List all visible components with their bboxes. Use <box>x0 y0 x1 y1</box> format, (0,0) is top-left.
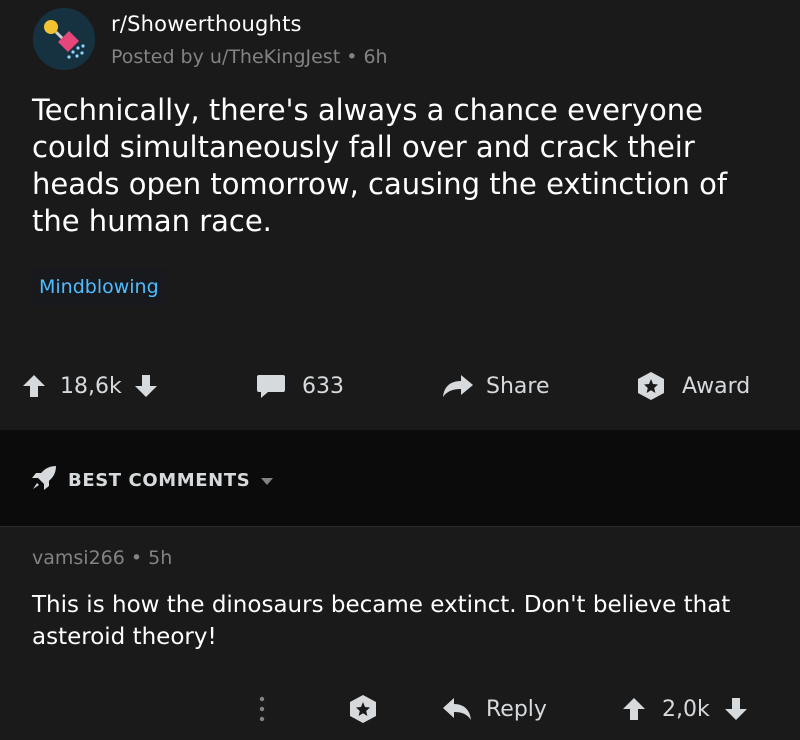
comment-vote-group: 2,0k <box>622 685 748 733</box>
subreddit-avatar[interactable] <box>33 8 95 70</box>
comment-bubble-icon <box>256 373 286 399</box>
upvote-icon[interactable] <box>22 373 46 399</box>
comment-vote-count: 2,0k <box>662 696 710 722</box>
comment-author[interactable]: vamsi266 <box>32 547 125 569</box>
post-vote-count: 18,6k <box>60 373 122 399</box>
reply-label: Reply <box>486 696 547 722</box>
share-button[interactable]: Share <box>442 362 550 410</box>
comment-card: vamsi266 • 5h This is how the dinosaurs … <box>0 526 800 740</box>
comment-actions-bar: Reply 2,0k <box>0 685 800 731</box>
reply-button[interactable]: Reply <box>442 685 547 733</box>
reply-arrow-icon <box>442 696 472 722</box>
post-meta: Posted by u/TheKingJest • 6h <box>111 46 388 68</box>
comment-body: This is how the dinosaurs became extinct… <box>32 592 731 650</box>
comments-count: 633 <box>302 373 344 399</box>
award-label: Award <box>682 373 751 399</box>
downvote-icon[interactable] <box>724 696 748 722</box>
vote-group: 18,6k <box>22 362 158 410</box>
meta-dot: • <box>346 46 364 68</box>
comment-meta: vamsi266 • 5h <box>32 547 172 569</box>
comment-age: 5h <box>148 547 173 569</box>
share-label: Share <box>486 373 550 399</box>
upvote-icon[interactable] <box>622 696 646 722</box>
share-arrow-icon <box>442 373 474 399</box>
meta-dot: • <box>130 547 149 569</box>
post-actions-bar: 18,6k 633 Share Award <box>0 362 800 410</box>
award-icon <box>348 694 378 724</box>
downvote-icon[interactable] <box>134 373 158 399</box>
award-icon <box>636 371 666 401</box>
comment-award-button[interactable] <box>348 685 378 733</box>
comment-sort-dropdown[interactable]: BEST COMMENTS <box>30 464 274 497</box>
award-button[interactable]: Award <box>636 362 750 410</box>
post-card: r/Showerthoughts Posted by u/TheKingJest… <box>0 0 800 430</box>
shower-head-icon <box>33 8 95 70</box>
chevron-down-icon <box>260 470 274 491</box>
post-author[interactable]: Posted by u/TheKingJest <box>111 46 340 68</box>
post-flair[interactable]: Mindblowing <box>31 268 167 306</box>
post-title[interactable]: Technically, there's always a chance eve… <box>32 92 777 240</box>
sort-label: BEST COMMENTS <box>68 470 251 491</box>
subreddit-name[interactable]: r/Showerthoughts <box>111 12 302 36</box>
more-vertical-icon <box>258 695 266 723</box>
comments-button[interactable]: 633 <box>256 362 344 410</box>
more-options-button[interactable] <box>258 685 266 733</box>
post-age: 6h <box>363 46 388 68</box>
rocket-icon <box>30 464 58 497</box>
